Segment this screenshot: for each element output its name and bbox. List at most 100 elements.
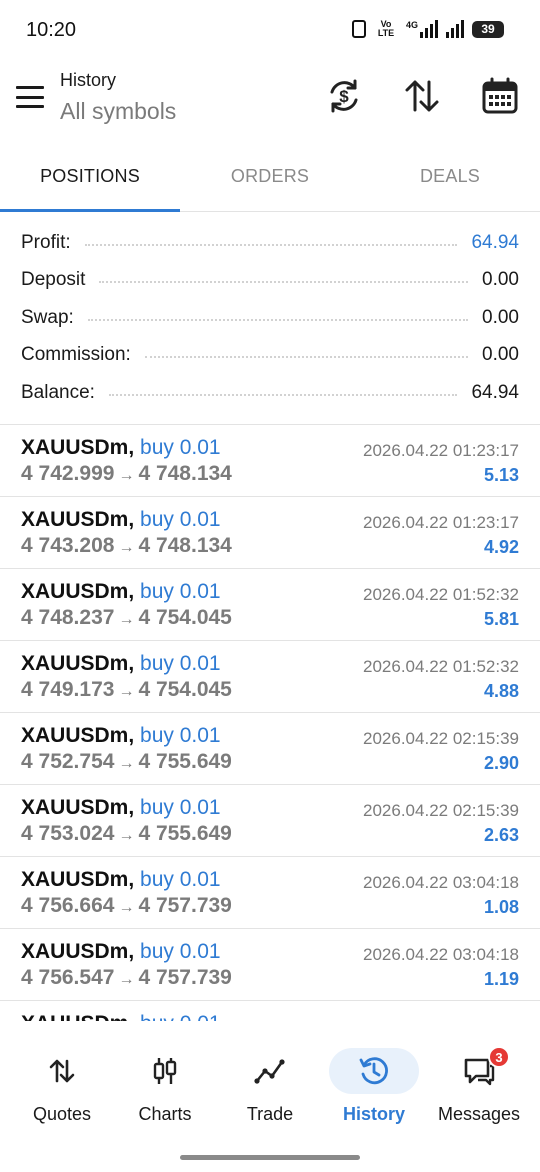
summary-label: Commission: — [21, 344, 131, 366]
svg-text:$: $ — [339, 87, 349, 106]
signal-icon — [420, 20, 438, 38]
home-indicator[interactable] — [180, 1155, 360, 1160]
summary-row-swap: Swap: 0.00 — [0, 299, 540, 337]
list-item[interactable]: XAUUSDm, buy 0.01 4 743.208 → 4 748.134 20… — [0, 497, 540, 569]
close-price: 4 748.134 — [138, 462, 232, 485]
deal-profit: 2.63 — [483, 825, 519, 845]
list-item[interactable]: XAUUSDm, buy 0.01 4 748.237 → 4 754.045 20… — [0, 569, 540, 641]
deal-side: buy 0.01 — [140, 724, 221, 747]
deal-symbol: XAUUSDm — [21, 508, 129, 531]
arrow-right-icon: → — [118, 899, 135, 916]
dotted-leader — [144, 356, 469, 359]
deal-side: buy 0.01 — [140, 1012, 221, 1021]
list-item[interactable]: XAUUSDm, buy 0.01 4 742.999 → 4 748.134 20… — [0, 425, 540, 497]
sync-dollar-icon[interactable]: $ — [324, 76, 364, 116]
nav-trade[interactable]: Trade — [216, 1048, 324, 1140]
deal-profit: 5.13 — [483, 465, 519, 485]
dotted-leader — [87, 318, 469, 321]
list-item[interactable]: XAUUSDm, buy 0.01 4 756.664 → 4 757.739 20… — [0, 857, 540, 929]
summary-row-balance: Balance: 64.94 — [0, 374, 540, 412]
tab-deals[interactable]: DEALS — [360, 144, 540, 211]
volte-indicator: Vo LTE — [377, 19, 395, 38]
deal-time: 2026.04.22 02:15:39 — [363, 729, 519, 748]
dotted-leader — [84, 243, 458, 246]
summary-row-profit: Profit: 64.94 — [0, 224, 540, 262]
trade-line-icon — [254, 1059, 285, 1084]
list-item[interactable]: XAUUSDm, buy 0.01 4 752.754 → 4 755.649 20… — [0, 713, 540, 785]
summary-value: 64.94 — [471, 231, 519, 253]
list-item[interactable]: XAUUSDm, buy 0.01 4 749.173 → 4 754.045 20… — [0, 641, 540, 713]
list-item[interactable]: XAUUSDm, buy 0.01 4 756.547 → 4 757.739 20… — [0, 929, 540, 1001]
deal-symbol: XAUUSDm — [21, 796, 129, 819]
open-price: 4 756.664 — [21, 894, 115, 917]
summary-label: Swap: — [21, 306, 74, 328]
tab-orders[interactable]: ORDERS — [180, 144, 360, 211]
deal-side: buy 0.01 — [140, 796, 221, 819]
tab-positions[interactable]: POSITIONS — [0, 144, 180, 212]
nav-messages[interactable]: 3 Messages — [425, 1046, 533, 1140]
arrow-right-icon: → — [118, 971, 135, 988]
calendar-icon[interactable] — [480, 76, 520, 116]
nav-charts[interactable]: Charts — [111, 1048, 219, 1140]
messages-badge: 3 — [488, 1046, 510, 1068]
deal-profit: 4.92 — [483, 537, 519, 557]
vibrate-icon — [351, 20, 366, 38]
summary-value: 0.00 — [482, 344, 519, 366]
menu-icon[interactable] — [14, 84, 46, 110]
deal-profit: 4.88 — [483, 681, 519, 701]
deal-side: buy 0.01 — [140, 868, 221, 891]
nav-label: History — [342, 1104, 405, 1124]
deal-side: buy 0.01 — [140, 508, 221, 531]
deal-profit: 5.81 — [483, 609, 519, 629]
app-header: History All symbols $ — [0, 60, 540, 144]
summary-label: Profit: — [21, 231, 71, 253]
deal-time: 2026.04.22 01:23:17 — [363, 441, 519, 460]
sort-icon[interactable] — [402, 76, 442, 116]
summary-value: 0.00 — [482, 269, 519, 291]
signal-icon-2 — [446, 20, 464, 38]
open-price: 4 756.547 — [21, 966, 115, 989]
open-price: 4 752.754 — [21, 750, 115, 773]
status-bar: 10:20 Vo LTE 4G 39 — [0, 0, 540, 60]
deal-time: 2026.04.22 01:52:32 — [363, 585, 519, 604]
arrow-right-icon: → — [118, 683, 135, 700]
summary-label: Balance: — [21, 381, 95, 403]
summary-panel: Profit: 64.94 Deposit 0.00 Swap: 0.00 Co… — [0, 224, 540, 412]
network-type: 4G — [405, 20, 418, 30]
deal-symbol: XAUUSDm — [21, 436, 129, 459]
deal-symbol: XAUUSDm — [21, 1012, 128, 1021]
arrow-right-icon: → — [118, 827, 135, 844]
open-price: 4 743.208 — [21, 534, 115, 557]
list-item[interactable]: XAUUSDm, buy 0.01 4 753.024 → 4 755.649 20… — [0, 785, 540, 857]
positions-list: XAUUSDm, buy 0.01 4 742.999 → 4 748.134 20… — [0, 425, 540, 1021]
close-price: 4 754.045 — [138, 606, 232, 629]
summary-value: 64.94 — [471, 381, 519, 403]
nav-history[interactable]: History — [320, 1048, 428, 1140]
close-price: 4 757.739 — [138, 966, 232, 989]
nav-quotes[interactable]: Quotes — [8, 1048, 116, 1140]
deal-time: 2026.04.22 01:23:17 — [363, 513, 519, 532]
page-title: History — [60, 70, 117, 90]
status-icons: Vo LTE 4G 39 — [351, 19, 504, 38]
deal-time: 2026.04.22 03:04:18 — [363, 945, 519, 964]
open-price: 4 749.173 — [21, 678, 115, 701]
close-price: 4 748.134 — [138, 534, 232, 557]
candlestick-icon — [153, 1058, 177, 1084]
summary-row-deposit: Deposit 0.00 — [0, 262, 540, 300]
deal-symbol: XAUUSDm — [21, 940, 129, 963]
nav-label: Charts — [138, 1104, 192, 1124]
deal-profit: 1.19 — [483, 969, 519, 989]
deal-symbol: XAUUSDm — [21, 868, 129, 891]
deal-symbol: XAUUSDm — [21, 580, 129, 603]
nav-label: Messages — [437, 1104, 521, 1124]
deal-side: buy 0.01 — [140, 940, 221, 963]
deal-time: 2026.04.22 03:04:18 — [363, 873, 519, 892]
open-price: 4 742.999 — [21, 462, 115, 485]
arrow-right-icon: → — [118, 467, 135, 484]
bottom-nav: Quotes Charts Trade History 3 Messages — [0, 1030, 540, 1140]
deal-side: buy 0.01 — [140, 436, 221, 459]
list-item-partial[interactable]: XAUUSDm, buy 0.01 — [0, 1001, 540, 1021]
symbol-filter[interactable]: All symbols — [60, 98, 176, 125]
close-price: 4 755.649 — [138, 822, 232, 845]
quotes-arrows-icon — [49, 1059, 75, 1083]
